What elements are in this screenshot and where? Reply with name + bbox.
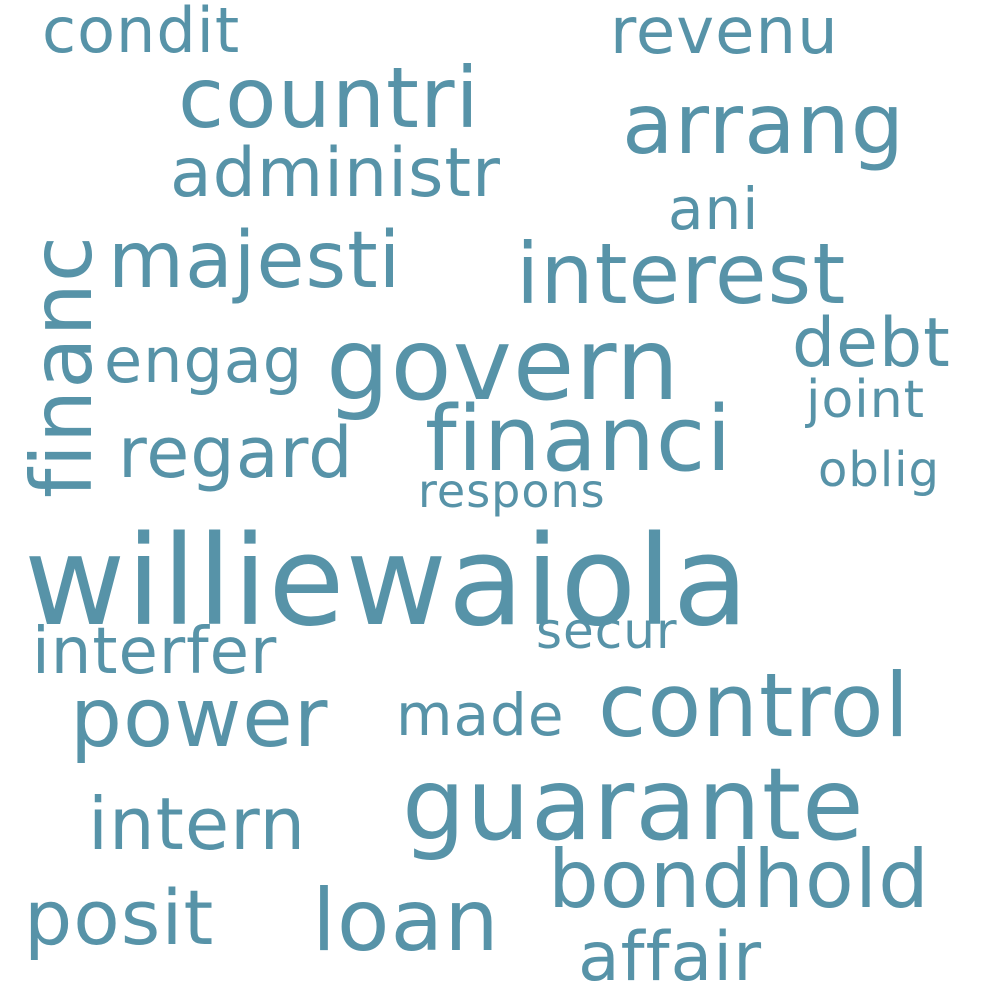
word-debt: debt bbox=[792, 304, 951, 383]
word-administr: administr bbox=[170, 134, 502, 213]
word-regard: regard bbox=[118, 412, 354, 494]
word-power: power bbox=[70, 671, 329, 766]
word-revenu: revenu bbox=[610, 0, 839, 69]
word-financ: financ bbox=[13, 234, 111, 498]
word-majesti: majesti bbox=[108, 216, 402, 306]
word-ani: ani bbox=[668, 175, 760, 243]
word-arrang: arrang bbox=[622, 75, 906, 173]
word-engag: engag bbox=[104, 324, 304, 397]
word-secur: secur bbox=[536, 602, 678, 660]
word-cloud: williewaiola govern guarante financi int… bbox=[0, 0, 1000, 1000]
word-intern: intern bbox=[88, 782, 307, 866]
word-condit: condit bbox=[42, 0, 241, 67]
word-interfer: interfer bbox=[32, 615, 278, 689]
word-control: control bbox=[598, 654, 911, 757]
word-countri: countri bbox=[178, 49, 480, 147]
word-made: made bbox=[396, 681, 565, 749]
word-affair: affair bbox=[578, 918, 763, 997]
word-respons: respons bbox=[418, 464, 606, 518]
word-posit: posit bbox=[24, 873, 215, 962]
word-joint: joint bbox=[806, 370, 926, 430]
word-oblig: oblig bbox=[818, 442, 940, 498]
word-loan: loan bbox=[312, 871, 500, 971]
word-bondhold: bondhold bbox=[548, 833, 930, 926]
